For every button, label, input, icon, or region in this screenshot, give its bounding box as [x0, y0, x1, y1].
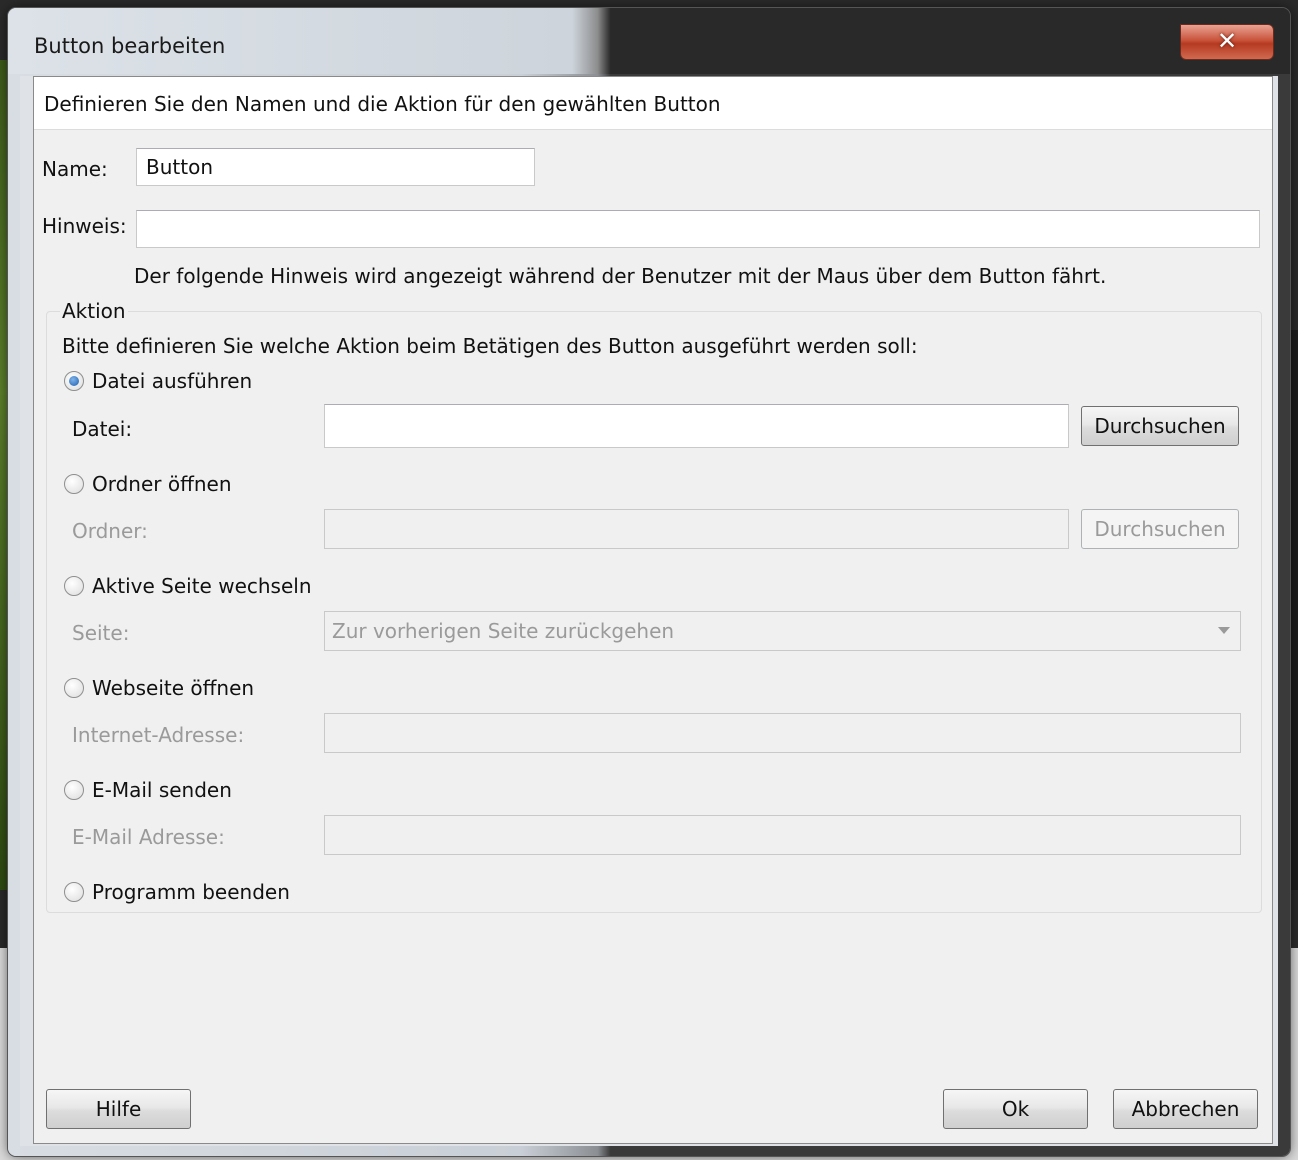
name-input[interactable] [136, 148, 535, 186]
radio-unselected-icon [64, 882, 84, 902]
radio-unselected-icon [64, 780, 84, 800]
folder-browse-button[interactable]: Durchsuchen [1081, 509, 1239, 549]
radio-selected-icon [64, 371, 84, 391]
hint-help-text: Der folgende Hinweis wird angezeigt währ… [134, 264, 1107, 288]
radio-open-website[interactable]: Webseite öffnen [64, 676, 254, 700]
radio-send-email-label: E-Mail senden [92, 778, 232, 802]
file-input[interactable] [324, 404, 1069, 448]
radio-quit-program-label: Programm beenden [92, 880, 290, 904]
window-title: Button bearbeiten [34, 34, 226, 58]
hint-label: Hinweis: [42, 214, 127, 238]
hint-input[interactable] [136, 210, 1260, 248]
close-icon: ✕ [1216, 27, 1238, 55]
radio-open-website-label: Webseite öffnen [92, 676, 255, 700]
file-label: Datei: [72, 417, 133, 441]
url-label: Internet-Adresse: [72, 723, 245, 747]
dialog-client-area: Definieren Sie den Namen und die Aktion … [33, 76, 1273, 1144]
page-select[interactable]: Zur vorherigen Seite zurückgehen [324, 611, 1241, 651]
email-input[interactable] [324, 815, 1241, 855]
radio-unselected-icon [64, 474, 84, 494]
radio-run-file[interactable]: Datei ausführen [64, 369, 252, 393]
file-browse-button[interactable]: Durchsuchen [1081, 406, 1239, 446]
help-button[interactable]: Hilfe [46, 1089, 191, 1129]
header-strip: Definieren Sie den Namen und die Aktion … [34, 77, 1272, 130]
radio-unselected-icon [64, 576, 84, 596]
action-group-title: Aktion [60, 299, 128, 323]
name-label: Name: [42, 157, 108, 181]
radio-send-email[interactable]: E-Mail senden [64, 778, 232, 802]
cancel-button[interactable]: Abbrechen [1113, 1089, 1258, 1129]
radio-open-folder-label: Ordner öffnen [92, 472, 232, 496]
close-button[interactable]: ✕ [1180, 24, 1274, 60]
folder-input[interactable] [324, 509, 1069, 549]
chevron-down-icon [1218, 627, 1230, 634]
url-input[interactable] [324, 713, 1241, 753]
radio-quit-program[interactable]: Programm beenden [64, 880, 290, 904]
header-description: Definieren Sie den Namen und die Aktion … [44, 92, 721, 116]
action-instruction: Bitte definieren Sie welche Aktion beim … [62, 334, 918, 358]
radio-change-page[interactable]: Aktive Seite wechseln [64, 574, 312, 598]
folder-label: Ordner: [72, 519, 148, 543]
radio-change-page-label: Aktive Seite wechseln [92, 574, 312, 598]
email-label: E-Mail Adresse: [72, 825, 225, 849]
radio-open-folder[interactable]: Ordner öffnen [64, 472, 232, 496]
radio-unselected-icon [64, 678, 84, 698]
page-label: Seite: [72, 621, 130, 645]
radio-run-file-label: Datei ausführen [92, 369, 253, 393]
page-select-value: Zur vorherigen Seite zurückgehen [332, 619, 675, 643]
ok-button[interactable]: Ok [943, 1089, 1088, 1129]
